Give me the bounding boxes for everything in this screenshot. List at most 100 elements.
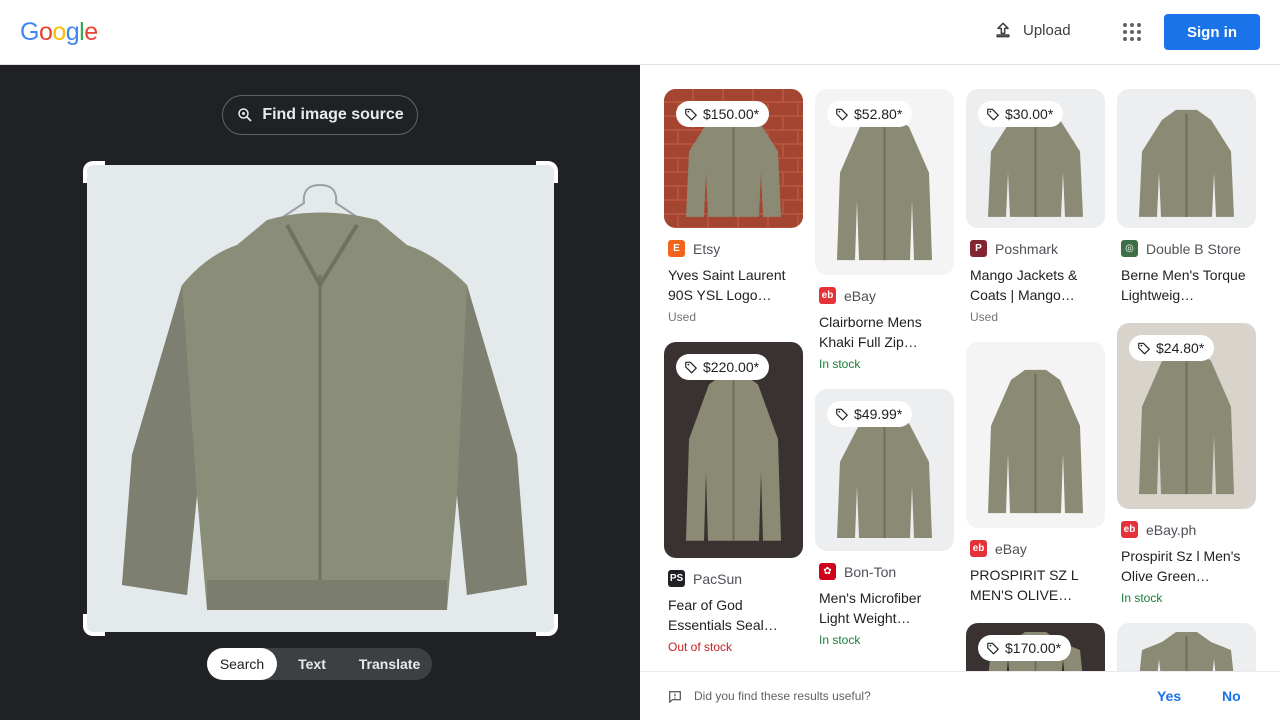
source-name: eBay <box>995 540 1027 557</box>
results-column: $30.00* P Poshmark Mango Jackets & Coats | … <box>966 89 1105 671</box>
result-source[interactable]: E Etsy <box>668 240 803 257</box>
stock-status: In stock <box>819 633 861 647</box>
result-card[interactable]: $52.80* eb eBay Clairborne Mens Khaki Full … <box>815 89 954 371</box>
crop-handle-bottom-right[interactable] <box>536 614 558 636</box>
stock-status: Out of stock <box>668 640 733 654</box>
sign-in-button[interactable]: Sign in <box>1164 14 1260 50</box>
price-text: $220.00* <box>703 359 760 375</box>
crop-handle-top-right[interactable] <box>536 161 558 183</box>
feedback-yes-button[interactable]: Yes <box>1157 688 1181 704</box>
lens-search-icon <box>238 108 252 122</box>
site-favicon-icon: ✿ <box>819 563 836 580</box>
crop-handle-bottom-left[interactable] <box>83 614 105 636</box>
result-thumbnail[interactable] <box>1117 89 1256 228</box>
stock-status: In stock <box>819 357 861 371</box>
price-text: $52.80* <box>854 106 903 122</box>
price-tag-icon <box>836 108 848 121</box>
result-title[interactable]: Prospirit Sz l Men's Olive Green… <box>1121 546 1256 586</box>
result-source[interactable]: eb eBay <box>819 287 954 304</box>
result-source[interactable]: ✿ Bon-Ton <box>819 563 954 580</box>
result-thumbnail[interactable]: $150.00* <box>664 89 803 228</box>
result-title[interactable]: Yves Saint Laurent 90S YSL Logo… <box>668 265 803 305</box>
results-column: ◎ Double B Store Berne Men's Torque Lightw… <box>1117 89 1256 671</box>
result-thumbnail[interactable] <box>966 342 1105 528</box>
mode-tabs: Search Text Translate <box>207 648 432 680</box>
query-image <box>87 165 554 632</box>
source-name: Poshmark <box>995 240 1059 257</box>
result-title[interactable]: Fear of God Essentials Seal… <box>668 595 803 635</box>
site-favicon-icon: ◎ <box>1121 240 1138 257</box>
source-name: Bon-Ton <box>844 563 897 580</box>
mode-tab-translate[interactable]: Translate <box>347 648 432 680</box>
result-source[interactable]: PS PacSun <box>668 570 803 587</box>
price-text: $150.00* <box>703 106 760 122</box>
result-thumbnail[interactable]: $24.80* <box>1117 323 1256 509</box>
site-favicon-icon: eb <box>1121 521 1138 538</box>
find-image-source-button[interactable]: Find image source <box>222 95 418 135</box>
price-tag-icon <box>987 642 999 655</box>
logo-letter: e <box>84 18 98 46</box>
result-card[interactable]: ◎ Double B Store Berne Men's Torque Lightw… <box>1117 89 1256 305</box>
price-badge: $150.00* <box>676 101 770 127</box>
result-card[interactable]: $170.00* <box>966 623 1105 671</box>
upload-button[interactable]: Upload <box>993 20 1071 40</box>
source-name: PacSun <box>693 570 743 587</box>
result-card[interactable]: $24.80* eb eBay.ph Prospirit Sz l Men's Oli… <box>1117 323 1256 605</box>
price-badge: $49.99* <box>827 401 913 427</box>
result-thumbnail[interactable]: $220.00* <box>664 342 803 558</box>
stock-status: In stock <box>1121 591 1163 605</box>
find-image-source-label: Find image source <box>262 106 404 123</box>
result-card[interactable]: $220.00* PS PacSun Fear of God Essentials S… <box>664 342 803 654</box>
price-tag-icon <box>685 361 697 374</box>
result-title[interactable]: Mango Jackets & Coats | Mango… <box>970 265 1105 305</box>
price-tag-icon <box>685 108 697 121</box>
price-text: $170.00* <box>1005 640 1062 656</box>
result-thumbnail[interactable]: $52.80* <box>815 89 954 275</box>
result-card[interactable]: $30.00* P Poshmark Mango Jackets & Coats | … <box>966 89 1105 324</box>
result-card[interactable] <box>1117 623 1256 671</box>
result-thumbnail[interactable]: $30.00* <box>966 89 1105 228</box>
result-source[interactable]: eb eBay <box>970 540 1105 557</box>
upload-label: Upload <box>1023 21 1071 39</box>
stock-status: Used <box>970 310 999 324</box>
result-source[interactable]: ◎ Double B Store <box>1121 240 1256 257</box>
site-favicon-icon: P <box>970 240 987 257</box>
site-favicon-icon: E <box>668 240 685 257</box>
results-column: $150.00* E Etsy Yves Saint Laurent 90S YSL … <box>664 89 803 671</box>
mode-tab-search[interactable]: Search <box>207 648 277 680</box>
logo-letter: g <box>65 18 80 46</box>
result-title[interactable]: Berne Men's Torque Lightweig… <box>1121 265 1256 305</box>
result-card[interactable]: $150.00* E Etsy Yves Saint Laurent 90S YSL … <box>664 89 803 324</box>
result-source[interactable]: P Poshmark <box>970 240 1105 257</box>
source-name: Double B Store <box>1146 240 1241 257</box>
site-favicon-icon: PS <box>668 570 685 587</box>
price-badge: $30.00* <box>978 101 1064 127</box>
logo-letter: o <box>52 18 66 46</box>
crop-handle-top-left[interactable] <box>83 161 105 183</box>
apps-grid-icon[interactable] <box>1120 20 1144 44</box>
result-card[interactable]: eb eBay PROSPIRIT SZ L MEN'S OLIVE… <box>966 342 1105 605</box>
price-tag-icon <box>987 108 999 121</box>
source-name: Etsy <box>693 240 721 257</box>
source-name: eBay <box>844 287 876 304</box>
result-title[interactable]: Men's Microfiber Light Weight… <box>819 588 954 628</box>
site-favicon-icon: eb <box>819 287 836 304</box>
visual-matches-grid: $150.00* E Etsy Yves Saint Laurent 90S YSL … <box>640 65 1280 671</box>
price-tag-icon <box>836 408 848 421</box>
result-title[interactable]: PROSPIRIT SZ L MEN'S OLIVE… <box>970 565 1105 605</box>
result-source[interactable]: eb eBay.ph <box>1121 521 1256 538</box>
result-thumbnail[interactable]: $170.00* <box>966 623 1105 671</box>
result-thumbnail[interactable] <box>1117 623 1256 671</box>
result-title[interactable]: Clairborne Mens Khaki Full Zip… <box>819 312 954 352</box>
google-logo[interactable]: Google <box>20 18 98 47</box>
feedback-no-button[interactable]: No <box>1222 688 1241 704</box>
result-card[interactable]: $49.99* ✿ Bon-Ton Men's Microfiber Light We… <box>815 389 954 647</box>
logo-letter: G <box>20 18 39 46</box>
mode-tab-text[interactable]: Text <box>277 648 347 680</box>
result-thumbnail[interactable]: $49.99* <box>815 389 954 551</box>
upload-icon <box>996 22 1010 38</box>
price-badge: $220.00* <box>676 354 770 380</box>
price-tag-icon <box>1138 342 1150 355</box>
site-favicon-icon: eb <box>970 540 987 557</box>
crop-selection[interactable] <box>83 161 558 636</box>
